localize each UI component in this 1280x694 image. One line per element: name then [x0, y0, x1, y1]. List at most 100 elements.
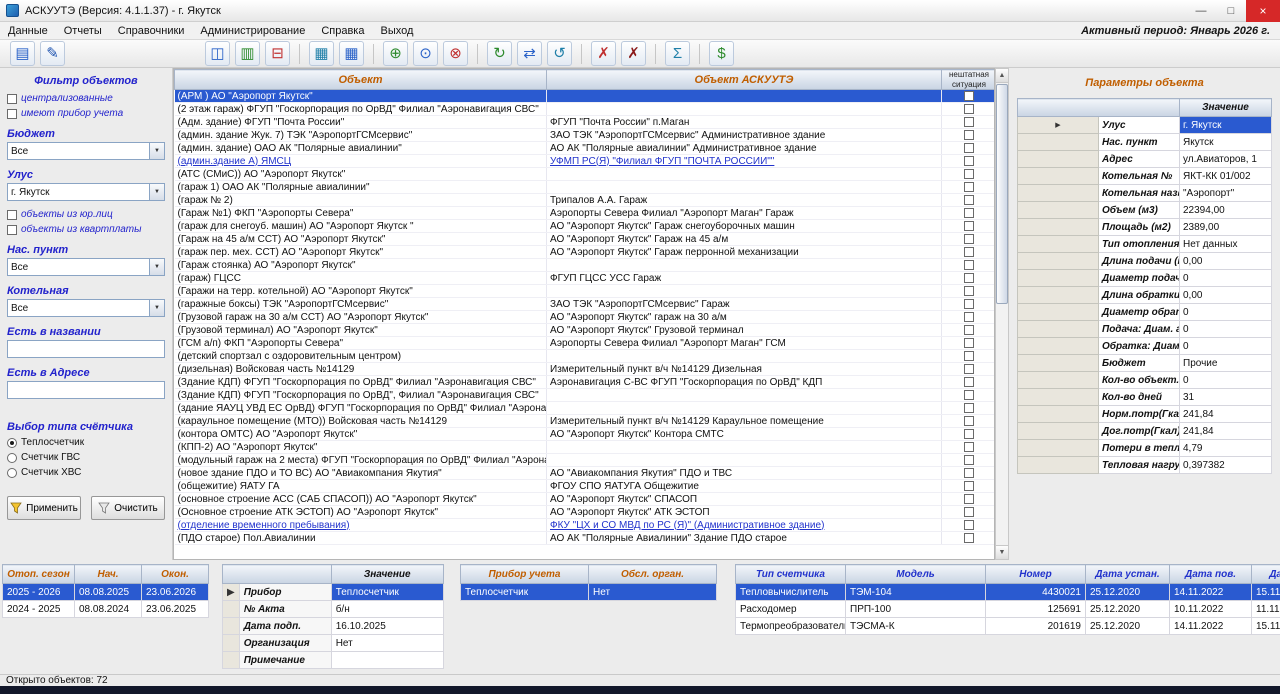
param-row[interactable]: Длина обратки (м)0,00: [1018, 287, 1272, 304]
askuute-name-cell[interactable]: [547, 259, 942, 272]
param-row[interactable]: БюджетПрочие: [1018, 355, 1272, 372]
object-row[interactable]: (Грузовой терминал) АО "Аэропорт Якутск"…: [175, 324, 996, 337]
object-row[interactable]: (гараж для снегоуб. машин) АО "Аэропорт …: [175, 220, 996, 233]
object-name-cell[interactable]: (модульный гараж на 2 места) ФГУП "Госко…: [175, 454, 547, 467]
edit-journal-icon[interactable]: ✎: [40, 41, 65, 66]
emergency-checkbox[interactable]: [964, 455, 974, 465]
askuute-name-cell[interactable]: Трипалов А.А. Гараж: [547, 194, 942, 207]
object-name-cell[interactable]: (гараж пер. мех. ССТ) АО "Аэропорт Якутс…: [175, 246, 547, 259]
param-row[interactable]: Норм.потр(Гкал)241,84: [1018, 406, 1272, 423]
emergency-cell[interactable]: [942, 103, 996, 116]
emergency-cell[interactable]: [942, 116, 996, 129]
object-name-cell[interactable]: (новое здание ПДО и ТО ВС) АО "Авиакомпа…: [175, 467, 547, 480]
object-name-cell[interactable]: (основное строение АСС (САБ СПАСОП)) АО …: [175, 493, 547, 506]
emergency-checkbox[interactable]: [964, 169, 974, 179]
meter-row[interactable]: ТермопреобразовательТЭСМА-К20161925.12.2…: [736, 618, 1280, 635]
askuute-name-cell[interactable]: Измерительный пункт в/ч №14129 Дизельная: [547, 363, 942, 376]
askuute-name-cell[interactable]: [547, 441, 942, 454]
object-row[interactable]: (Здание КДП) ФГУП "Госкорпорация по ОрВД…: [175, 376, 996, 389]
season-cell[interactable]: 08.08.2025: [75, 584, 142, 601]
chevron-down-icon[interactable]: ▼: [149, 300, 164, 316]
param-row[interactable]: Котельная №ЯКТ-КК 01/002: [1018, 168, 1272, 185]
object-row[interactable]: (Грузовой гараж на 30 а/м ССТ) АО "Аэроп…: [175, 311, 996, 324]
season-cell[interactable]: 08.08.2024: [75, 601, 142, 618]
askuute-name-cell[interactable]: АО "Аэропорт Якутск" Контора СМТС: [547, 428, 942, 441]
askuute-name-cell[interactable]: [547, 402, 942, 415]
param-value[interactable]: ул.Авиаторов, 1: [1180, 151, 1272, 168]
emergency-cell[interactable]: [942, 233, 996, 246]
season-row[interactable]: 2025 - 202608.08.202523.06.2026: [3, 584, 209, 601]
param-row[interactable]: Потери в теплосети (Гкал)4,79: [1018, 440, 1272, 457]
object-row[interactable]: (отделение временного пребывания)ФКУ "ЦХ…: [175, 519, 996, 532]
askuute-name-cell[interactable]: Аэропорты Севера Филиал "Аэропорт Маган"…: [547, 337, 942, 350]
askuute-name-cell[interactable]: [547, 285, 942, 298]
askuute-name-cell[interactable]: АО "Аэропорт Якутск" Грузовой терминал: [547, 324, 942, 337]
legal-objects-checkbox[interactable]: [7, 210, 17, 220]
object-name-cell[interactable]: (Основное строение АТК ЭСТОП) АО "Аэропо…: [175, 506, 547, 519]
param-row[interactable]: Подача: Диам. армат (мм)0: [1018, 321, 1272, 338]
column-object[interactable]: Объект: [175, 70, 547, 90]
object-name-cell[interactable]: (Адм. здание) ФГУП "Почта России": [175, 116, 547, 129]
object-name-cell[interactable]: (Гараж на 45 а/м ССТ) АО "Аэропорт Якутс…: [175, 233, 547, 246]
object-row[interactable]: (Здание КДП) ФГУП "Госкорпорация по ОрВД…: [175, 389, 996, 402]
radio-selected-icon[interactable]: [7, 438, 17, 448]
object-name-cell[interactable]: (АТС (СМиС)) АО "Аэропорт Якутск": [175, 168, 547, 181]
object-name-cell[interactable]: (ПДО старое) Пол.Авиалинии: [175, 532, 547, 545]
emergency-checkbox[interactable]: [964, 325, 974, 335]
emergency-cell[interactable]: [942, 142, 996, 155]
meter-cell[interactable]: ТЭМ-104: [846, 584, 986, 601]
object-row[interactable]: (Гараж №1) ФКП "Аэропорты Севера"Аэропор…: [175, 207, 996, 220]
device-info-row[interactable]: ОрганизацияНет: [223, 635, 444, 652]
object-name-cell[interactable]: (контора ОМТС) АО "Аэропорт Якутск": [175, 428, 547, 441]
askuute-name-cell[interactable]: Аэронавигация С-ВС ФГУП "Госкорпорация п…: [547, 376, 942, 389]
emergency-cell[interactable]: [942, 90, 996, 103]
metering-device-cell[interactable]: Нет: [589, 584, 717, 601]
centralized-checkbox[interactable]: [7, 94, 17, 104]
emergency-checkbox[interactable]: [964, 221, 974, 231]
metering-device-col[interactable]: Прибор учета: [461, 565, 589, 584]
emergency-cell[interactable]: [942, 402, 996, 415]
emergency-cell[interactable]: [942, 285, 996, 298]
object-name-cell[interactable]: (АРМ ) АО "Аэропорт Якутск": [175, 90, 547, 103]
param-row[interactable]: Нас. пунктЯкутск: [1018, 134, 1272, 151]
param-value[interactable]: 31: [1180, 389, 1272, 406]
emergency-cell[interactable]: [942, 454, 996, 467]
param-value[interactable]: ЯКТ-КК 01/002: [1180, 168, 1272, 185]
askuute-name-cell[interactable]: ЗАО ТЭК "АэропортГСМсервис" Гараж: [547, 298, 942, 311]
emergency-cell[interactable]: [942, 246, 996, 259]
emergency-cell[interactable]: [942, 376, 996, 389]
device-field-value[interactable]: [331, 652, 443, 669]
emergency-checkbox[interactable]: [964, 104, 974, 114]
emergency-cell[interactable]: [942, 532, 996, 545]
object-name-cell[interactable]: (общежитие) ЯАТУ ГА: [175, 480, 547, 493]
param-value[interactable]: Якутск: [1180, 134, 1272, 151]
param-row[interactable]: Котельная назв."Аэропорт": [1018, 185, 1272, 202]
meter-row[interactable]: РасходомерПРП-10012569125.12.202010.11.2…: [736, 601, 1280, 618]
season-cell[interactable]: 2024 - 2025: [3, 601, 75, 618]
emergency-cell[interactable]: [942, 363, 996, 376]
param-value[interactable]: 241,84: [1180, 423, 1272, 440]
emergency-cell[interactable]: [942, 350, 996, 363]
meter-type-heat[interactable]: Теплосчетчик: [7, 437, 165, 448]
season-col[interactable]: Отоп. сезон: [3, 565, 75, 584]
askuute-name-cell[interactable]: АО "Аэропорт Якутск" АТК ЭСТОП: [547, 506, 942, 519]
object-name-cell[interactable]: (детский спортзал с оздоровительным цент…: [175, 350, 547, 363]
season-end-col[interactable]: Окон.: [142, 565, 209, 584]
clear-button[interactable]: Очистить: [91, 496, 165, 520]
service-org-col[interactable]: Обсл. орган.: [589, 565, 717, 584]
device-info-row[interactable]: ▶ПриборТеплосчетчик: [223, 584, 444, 601]
menu-data[interactable]: Данные: [0, 24, 56, 38]
menu-directories[interactable]: Справочники: [110, 24, 193, 38]
centralized-option[interactable]: централизованные: [7, 93, 165, 104]
rent-objects-option[interactable]: объекты из квартплаты: [7, 224, 165, 235]
object-row[interactable]: (дизельная) Войсковая часть №14129Измери…: [175, 363, 996, 376]
object-name-cell[interactable]: (админ. здание) ОАО АК "Полярные авиалин…: [175, 142, 547, 155]
object-row[interactable]: (гараж) ГЦССФГУП ГЦСС УСС Гараж: [175, 272, 996, 285]
emergency-checkbox[interactable]: [964, 377, 974, 387]
chevron-down-icon[interactable]: ▼: [149, 259, 164, 275]
scroll-up-icon[interactable]: ▲: [996, 69, 1008, 83]
remove-document-icon[interactable]: ⊟: [265, 41, 290, 66]
radio-icon[interactable]: [7, 468, 17, 478]
param-value[interactable]: 0,397382: [1180, 457, 1272, 474]
askuute-name-cell[interactable]: Аэропорты Севера Филиал "Аэропорт Маган"…: [547, 207, 942, 220]
